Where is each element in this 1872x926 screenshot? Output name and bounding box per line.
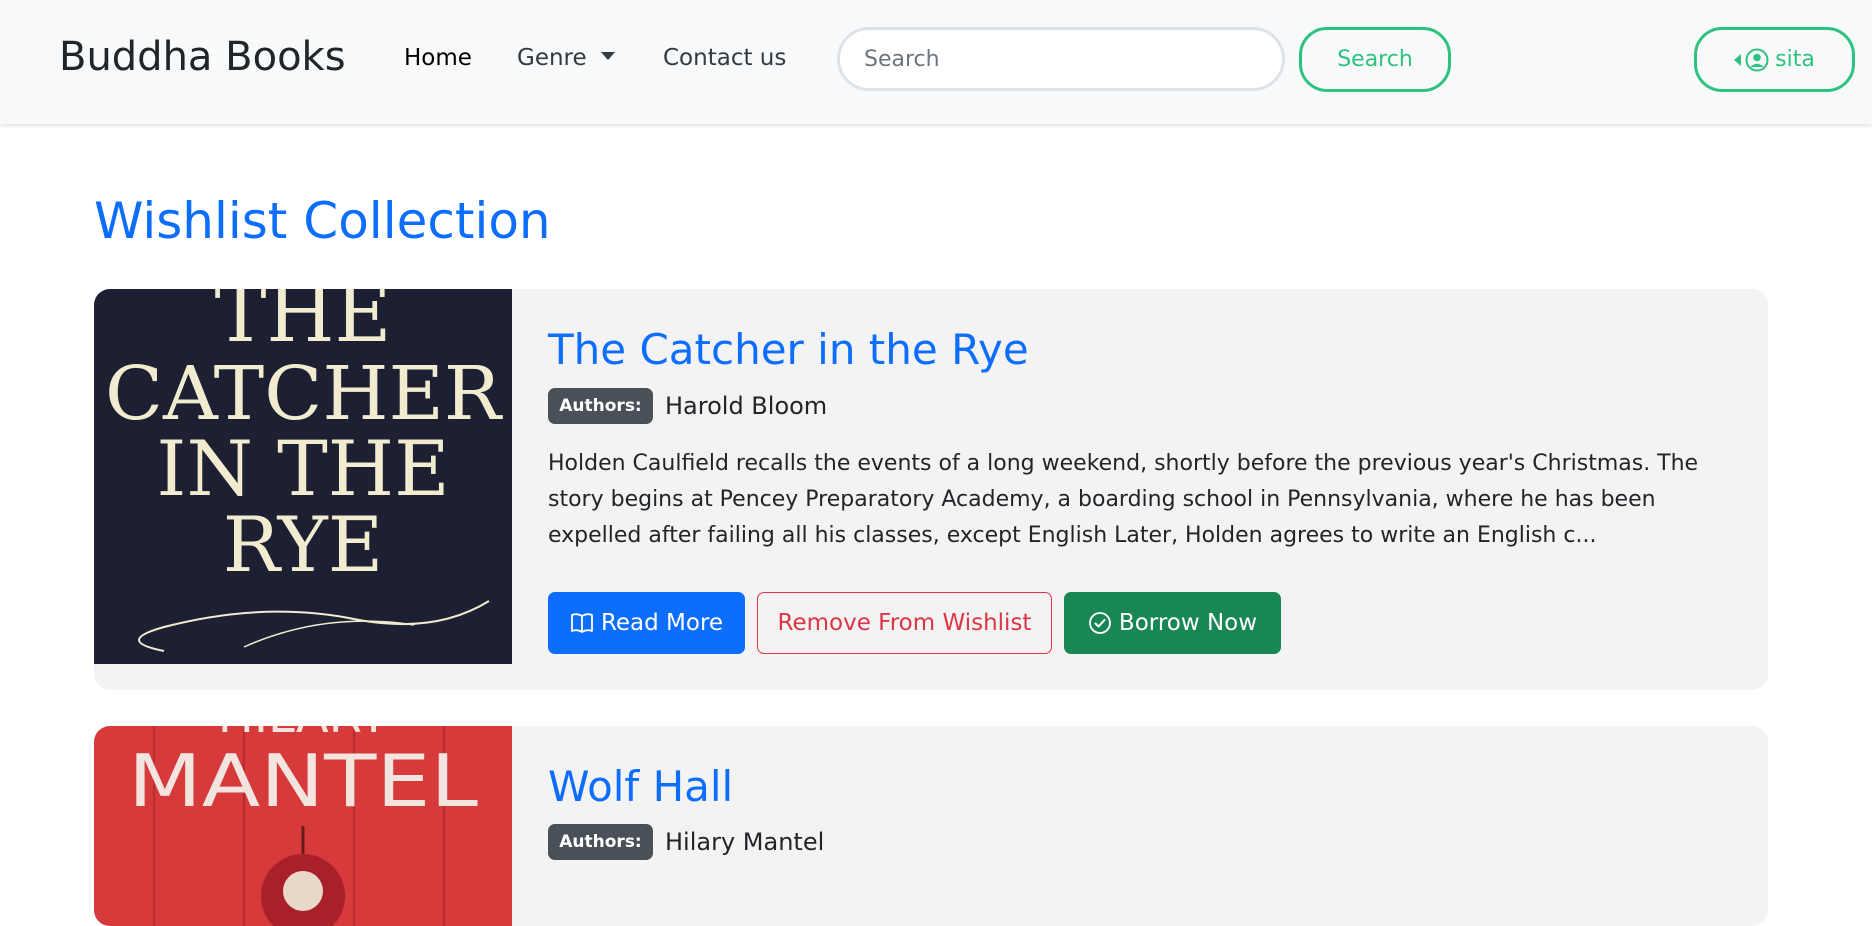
caret-left-icon — [1734, 53, 1742, 66]
nav-genre-label: Genre — [517, 45, 587, 71]
book-title[interactable]: Wolf Hall — [548, 762, 733, 811]
cover-line: MANTEL — [128, 739, 478, 823]
borrow-now-label: Borrow Now — [1118, 610, 1258, 636]
read-more-button[interactable]: Read More — [548, 592, 745, 654]
borrow-now-button[interactable]: Borrow Now — [1064, 592, 1281, 654]
search-input[interactable] — [837, 27, 1285, 91]
book-cover-image[interactable]: THE CATCHER IN THE RYE — [94, 289, 512, 664]
user-menu-button[interactable]: sita — [1694, 27, 1855, 92]
brand-logo[interactable]: Buddha Books — [59, 34, 346, 80]
book-open-icon — [571, 613, 593, 633]
authors-badge: Authors: — [548, 388, 653, 424]
nav-genre-dropdown[interactable]: Genre — [517, 45, 615, 71]
read-more-label: Read More — [600, 610, 724, 636]
author-name: Harold Bloom — [665, 392, 828, 420]
book-description: Holden Caulfield recalls the events of a… — [548, 451, 1699, 548]
book-title[interactable]: The Catcher in the Rye — [548, 325, 1029, 374]
card-actions: Read More Remove From Wishlist Borrow No… — [548, 592, 1281, 654]
author-row: Authors: Harold Bloom — [548, 388, 827, 424]
book-cover-image[interactable]: HILARY MANTEL — [94, 726, 512, 926]
user-circle-icon — [1745, 48, 1769, 71]
remove-from-wishlist-button[interactable]: Remove From Wishlist — [757, 592, 1052, 654]
author-name: Hilary Mantel — [665, 828, 825, 856]
authors-badge: Authors: — [548, 824, 653, 860]
search-button[interactable]: Search — [1299, 27, 1451, 92]
page-title: Wishlist Collection — [94, 192, 551, 250]
author-row: Authors: Hilary Mantel — [548, 824, 824, 860]
check-circle-icon — [1089, 612, 1111, 634]
top-navbar: Buddha Books Home Genre Contact us Searc… — [0, 0, 1872, 124]
cover-line: THE — [215, 289, 392, 360]
wishlist-card: HILARY MANTEL Wolf Hall Authors: Hilary … — [94, 726, 1768, 926]
nav-contact[interactable]: Contact us — [663, 45, 786, 71]
cover-line: RYE — [223, 500, 384, 589]
user-name: sita — [1775, 47, 1815, 72]
caret-down-icon — [600, 51, 615, 60]
wishlist-card: THE CATCHER IN THE RYE The Catcher in th… — [94, 289, 1768, 690]
nav-home[interactable]: Home — [404, 45, 472, 71]
